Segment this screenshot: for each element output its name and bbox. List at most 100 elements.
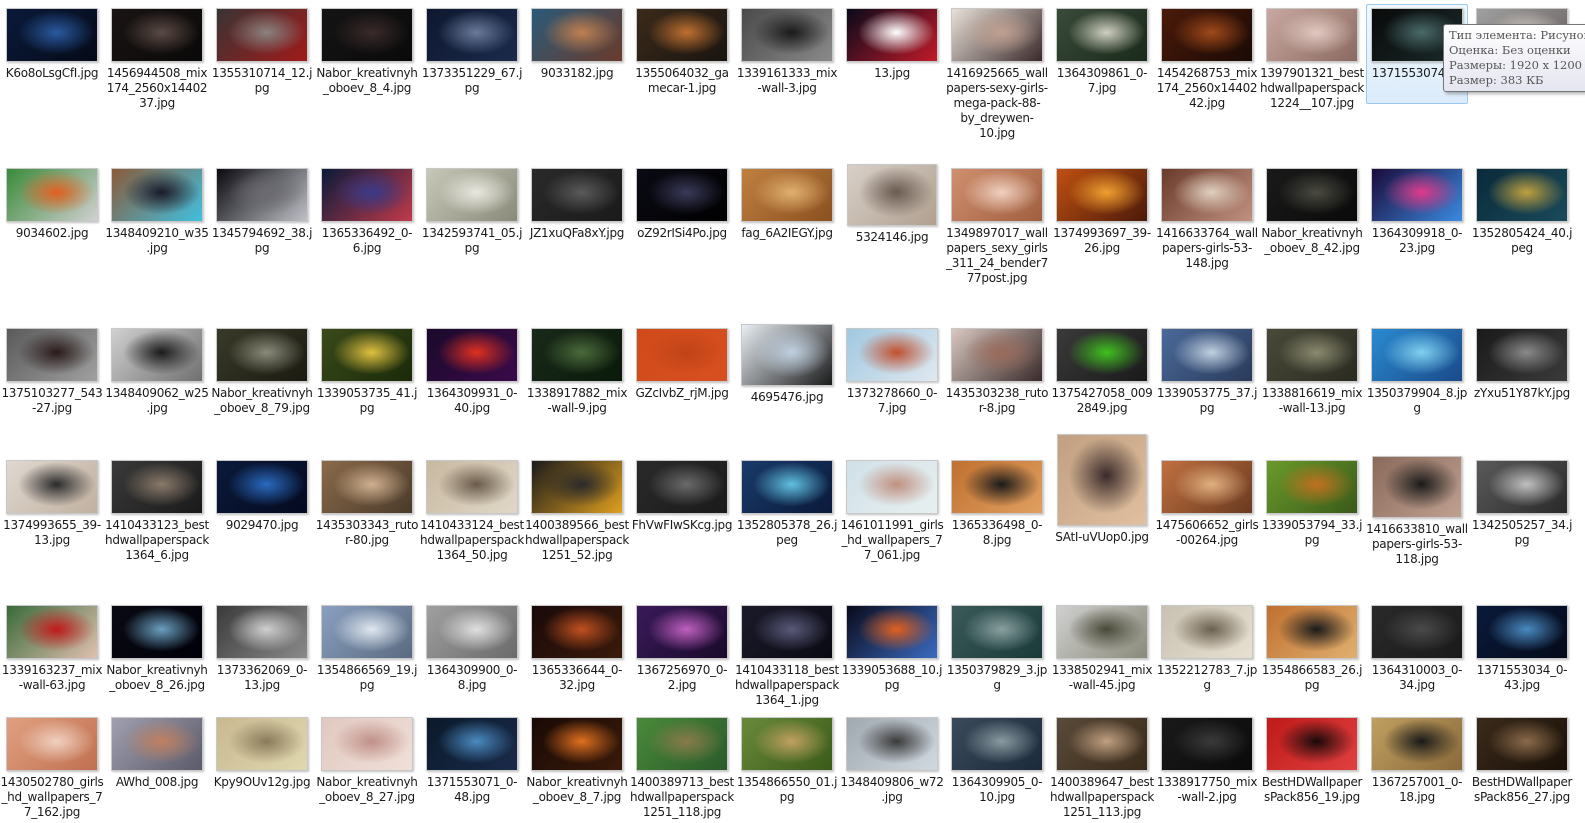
image-thumbnail[interactable] — [1266, 8, 1358, 62]
image-thumbnail[interactable] — [531, 460, 623, 514]
image-thumbnail[interactable] — [531, 605, 623, 659]
image-thumbnail[interactable] — [951, 717, 1043, 771]
image-thumbnail[interactable] — [1371, 717, 1463, 771]
image-thumbnail[interactable] — [741, 324, 833, 386]
image-thumbnail[interactable] — [951, 168, 1043, 222]
image-thumbnail[interactable] — [847, 164, 937, 226]
image-thumbnail[interactable] — [846, 8, 938, 62]
image-thumbnail[interactable] — [1266, 328, 1358, 382]
image-thumbnail[interactable] — [216, 460, 308, 514]
file-name-label: 1365336644_0-32.jpg — [531, 663, 623, 692]
file-name-label: 1435303343_rutor-80.jpg — [315, 518, 419, 547]
image-thumbnail[interactable] — [636, 717, 728, 771]
image-thumbnail[interactable] — [6, 460, 98, 514]
image-thumbnail[interactable] — [1056, 8, 1148, 62]
image-thumbnail[interactable] — [1056, 605, 1148, 659]
file-name-label: 1475606652_girls-00264.jpg — [1155, 518, 1259, 547]
image-thumbnail[interactable] — [111, 460, 203, 514]
image-thumbnail[interactable] — [1266, 717, 1358, 771]
image-thumbnail[interactable] — [1476, 717, 1568, 771]
image-thumbnail[interactable] — [741, 168, 833, 222]
image-thumbnail[interactable] — [321, 328, 413, 382]
image-thumbnail[interactable] — [1057, 434, 1147, 526]
image-thumbnail[interactable] — [426, 460, 518, 514]
image-thumbnail[interactable] — [636, 605, 728, 659]
image-thumbnail[interactable] — [951, 460, 1043, 514]
image-thumbnail[interactable] — [6, 717, 98, 771]
image-thumbnail[interactable] — [1476, 460, 1568, 514]
image-thumbnail[interactable] — [1266, 460, 1358, 514]
image-thumbnail[interactable] — [426, 717, 518, 771]
image-thumbnail[interactable] — [1476, 605, 1568, 659]
image-thumbnail[interactable] — [426, 605, 518, 659]
file-name-label: AWhd_008.jpg — [115, 775, 199, 789]
image-thumbnail[interactable] — [321, 460, 413, 514]
image-thumbnail[interactable] — [1161, 717, 1253, 771]
file-name-label: Kpy9OUv12g.jpg — [213, 775, 311, 789]
image-thumbnail[interactable] — [1371, 328, 1463, 382]
file-name-label: 1339161333_mix-wall-3.jpg — [736, 66, 838, 95]
image-thumbnail[interactable] — [1161, 605, 1253, 659]
image-thumbnail[interactable] — [216, 605, 308, 659]
image-thumbnail[interactable] — [321, 168, 413, 222]
image-thumbnail[interactable] — [636, 8, 728, 62]
image-thumbnail[interactable] — [6, 605, 98, 659]
image-thumbnail[interactable] — [111, 605, 203, 659]
image-thumbnail[interactable] — [216, 8, 308, 62]
image-thumbnail[interactable] — [111, 328, 203, 382]
image-thumbnail[interactable] — [636, 328, 728, 382]
image-thumbnail[interactable] — [216, 328, 308, 382]
image-thumbnail[interactable] — [321, 605, 413, 659]
image-thumbnail[interactable] — [1372, 456, 1462, 518]
image-thumbnail[interactable] — [636, 460, 728, 514]
image-thumbnail[interactable] — [6, 8, 98, 62]
image-thumbnail[interactable] — [531, 717, 623, 771]
image-thumbnail[interactable] — [531, 328, 623, 382]
image-thumbnail[interactable] — [216, 168, 308, 222]
image-thumbnail[interactable] — [846, 717, 938, 771]
image-thumbnail[interactable] — [1371, 168, 1463, 222]
image-thumbnail[interactable] — [1161, 8, 1253, 62]
file-name-label: 1338502941_mix-wall-45.jpg — [1051, 663, 1153, 692]
image-thumbnail[interactable] — [426, 8, 518, 62]
image-thumbnail[interactable] — [741, 8, 833, 62]
image-thumbnail[interactable] — [6, 168, 98, 222]
image-thumbnail[interactable] — [741, 605, 833, 659]
image-thumbnail[interactable] — [636, 168, 728, 222]
image-thumbnail[interactable] — [1056, 168, 1148, 222]
image-thumbnail[interactable] — [846, 605, 938, 659]
image-thumbnail[interactable] — [741, 717, 833, 771]
image-thumbnail[interactable] — [951, 605, 1043, 659]
image-thumbnail[interactable] — [846, 460, 938, 514]
file-name-label: 1354866569_19.jpg — [316, 663, 418, 692]
image-thumbnail[interactable] — [111, 168, 203, 222]
image-thumbnail[interactable] — [321, 8, 413, 62]
image-thumbnail[interactable] — [1161, 328, 1253, 382]
image-thumbnail[interactable] — [1476, 168, 1568, 222]
file-name-label: BestHDWallpapersPack856_19.jpg — [1261, 775, 1363, 804]
image-thumbnail[interactable] — [531, 8, 623, 62]
image-thumbnail[interactable] — [1476, 328, 1568, 382]
image-thumbnail[interactable] — [951, 328, 1043, 382]
image-thumbnail[interactable] — [741, 460, 833, 514]
file-name-label: 1364309931_0-40.jpg — [426, 386, 518, 415]
image-thumbnail[interactable] — [1056, 717, 1148, 771]
image-thumbnail[interactable] — [216, 717, 308, 771]
image-thumbnail[interactable] — [321, 717, 413, 771]
image-thumbnail[interactable] — [1161, 460, 1253, 514]
image-thumbnail[interactable] — [111, 717, 203, 771]
image-thumbnail[interactable] — [1371, 605, 1463, 659]
image-thumbnail[interactable] — [951, 8, 1043, 62]
image-thumbnail[interactable] — [846, 328, 938, 382]
image-thumbnail[interactable] — [1161, 168, 1253, 222]
image-thumbnail[interactable] — [1266, 605, 1358, 659]
image-thumbnail[interactable] — [426, 168, 518, 222]
file-name-label: 1435303238_rutor-8.jpg — [945, 386, 1049, 415]
image-thumbnail[interactable] — [6, 328, 98, 382]
image-thumbnail[interactable] — [111, 8, 203, 62]
image-thumbnail[interactable] — [1266, 168, 1358, 222]
image-thumbnail[interactable] — [531, 168, 623, 222]
file-name-label: 1400389647_besthdwallpaperspack1251_113.… — [1050, 775, 1154, 819]
image-thumbnail[interactable] — [426, 328, 518, 382]
image-thumbnail[interactable] — [1056, 328, 1148, 382]
